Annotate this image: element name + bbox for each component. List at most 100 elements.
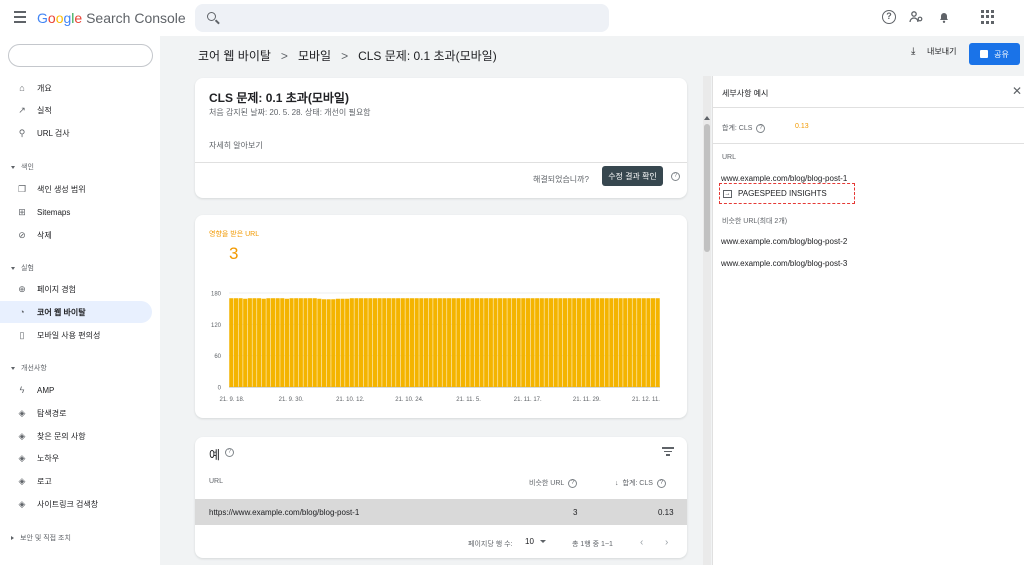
share-button[interactable]: 공유 [969, 43, 1020, 65]
bar[interactable] [345, 298, 350, 387]
bar[interactable] [354, 298, 359, 387]
bar[interactable] [535, 298, 540, 387]
bar[interactable] [502, 298, 507, 387]
sidebar-item-page-experience[interactable]: ⊕ 페이지 경험 [0, 278, 152, 300]
bar[interactable] [257, 298, 262, 387]
bar[interactable] [474, 298, 480, 387]
bar[interactable] [586, 298, 591, 387]
prev-page-icon[interactable]: ‹ [640, 537, 643, 548]
bar[interactable] [456, 298, 461, 387]
bar[interactable] [349, 298, 354, 387]
sidebar-item-overview[interactable]: ⌂ 개요 [0, 77, 152, 99]
bar[interactable] [613, 298, 619, 387]
bar[interactable] [368, 298, 373, 387]
bar[interactable] [382, 298, 387, 387]
bar[interactable] [433, 298, 438, 387]
rows-per-page-select[interactable]: 10 [525, 537, 546, 546]
sidebar-item-coverage[interactable]: ❐ 색인 생성 범위 [0, 178, 152, 200]
sidebar-item-howto[interactable]: ◈ 노하우 [0, 447, 152, 469]
bar[interactable] [238, 298, 243, 387]
bar[interactable] [308, 298, 313, 387]
sidebar-item-core-web-vitals[interactable]: ◔ 코어 웹 바이탈 [0, 301, 152, 323]
bar[interactable] [247, 298, 252, 387]
bar[interactable] [252, 298, 257, 387]
bar[interactable] [544, 298, 549, 387]
bar[interactable] [530, 298, 535, 387]
sidebar-item-url-inspection[interactable]: ⚲ URL 검사 [0, 122, 152, 144]
property-selector[interactable] [8, 44, 153, 67]
bar[interactable] [447, 298, 452, 387]
sidebar-section-security[interactable]: 보안 및 직접 조치 [11, 533, 71, 543]
bar[interactable] [261, 298, 266, 387]
sidebar-section-enhancements[interactable]: 개선사항 [11, 363, 47, 373]
sidebar-item-amp[interactable]: ϟ AMP [0, 379, 152, 401]
bar[interactable] [386, 298, 391, 387]
bar[interactable] [521, 298, 526, 387]
bar[interactable] [484, 298, 489, 387]
bar[interactable] [632, 298, 637, 387]
bar[interactable] [409, 298, 415, 387]
bar[interactable] [270, 298, 276, 387]
product-logo[interactable]: Google Search Console [37, 10, 186, 26]
bar[interactable] [377, 298, 382, 387]
validate-fix-button[interactable]: 수정 결과 확인 [602, 166, 663, 186]
sidebar-item-mobile-usability[interactable]: ▯ 모바일 사용 편의성 [0, 324, 152, 346]
bar[interactable] [576, 298, 581, 387]
bar[interactable] [303, 298, 308, 387]
bar[interactable] [317, 298, 322, 387]
sidebar-item-breadcrumbs[interactable]: ◈ 탐색경로 [0, 402, 152, 424]
bar[interactable] [294, 298, 299, 387]
bar[interactable] [646, 298, 651, 387]
next-page-icon[interactable]: › [665, 537, 668, 548]
bar[interactable] [423, 298, 429, 387]
bar[interactable] [363, 298, 368, 387]
bar[interactable] [428, 298, 433, 387]
bar[interactable] [609, 298, 614, 387]
bar[interactable] [553, 298, 558, 387]
bar[interactable] [298, 298, 303, 387]
bar[interactable] [442, 298, 447, 387]
bar[interactable] [637, 298, 642, 387]
help-icon[interactable]: ? [671, 172, 680, 181]
bar[interactable] [465, 298, 470, 387]
export-button[interactable]: ⤓ 내보내기 [911, 46, 956, 57]
example-url[interactable]: www.example.com/blog/blog-post-1 [721, 174, 847, 183]
bar[interactable] [243, 298, 248, 387]
column-header-similar[interactable]: 비슷한 URL? [529, 478, 578, 488]
bar[interactable] [289, 298, 294, 387]
bar[interactable] [558, 298, 563, 387]
sidebar-item-faq[interactable]: ◈ 찾은 문의 사항 [0, 425, 152, 447]
bar[interactable] [284, 298, 289, 387]
bar[interactable] [572, 298, 577, 387]
sidebar-section-index[interactable]: 색인 [11, 162, 34, 172]
filter-icon[interactable] [662, 447, 674, 456]
bar[interactable] [488, 298, 493, 387]
bar[interactable] [405, 298, 410, 387]
learn-more-link[interactable]: 자세히 알아보기 [209, 140, 263, 151]
sidebar-item-performance[interactable]: ↗ 실적 [0, 99, 152, 121]
bar[interactable] [498, 298, 503, 387]
apps-grid-icon[interactable] [981, 10, 994, 24]
bar[interactable] [451, 298, 456, 387]
notifications-icon[interactable] [937, 10, 951, 24]
bar[interactable] [335, 298, 340, 387]
bar[interactable] [233, 298, 239, 387]
bar[interactable] [470, 298, 475, 387]
bar[interactable] [650, 298, 656, 387]
bar[interactable] [562, 298, 568, 387]
bar[interactable] [507, 298, 512, 387]
bar[interactable] [627, 298, 632, 387]
bar[interactable] [623, 298, 628, 387]
sidebar-section-experience[interactable]: 실험 [11, 263, 34, 273]
help-icon[interactable]: ? [568, 478, 578, 488]
bar[interactable] [590, 298, 595, 387]
sidebar-item-sitelinks-searchbox[interactable]: ◈ 사이트링크 검색창 [0, 493, 152, 515]
bar[interactable] [493, 298, 498, 387]
bar[interactable] [511, 298, 517, 387]
bar[interactable] [525, 298, 530, 387]
help-icon[interactable]: ? [756, 123, 766, 133]
bar[interactable] [414, 298, 419, 387]
breadcrumb-core-web-vitals[interactable]: 코어 웹 바이탈 [198, 47, 271, 64]
close-icon[interactable]: ✕ [1012, 84, 1022, 98]
manage-users-icon[interactable] [909, 10, 923, 24]
